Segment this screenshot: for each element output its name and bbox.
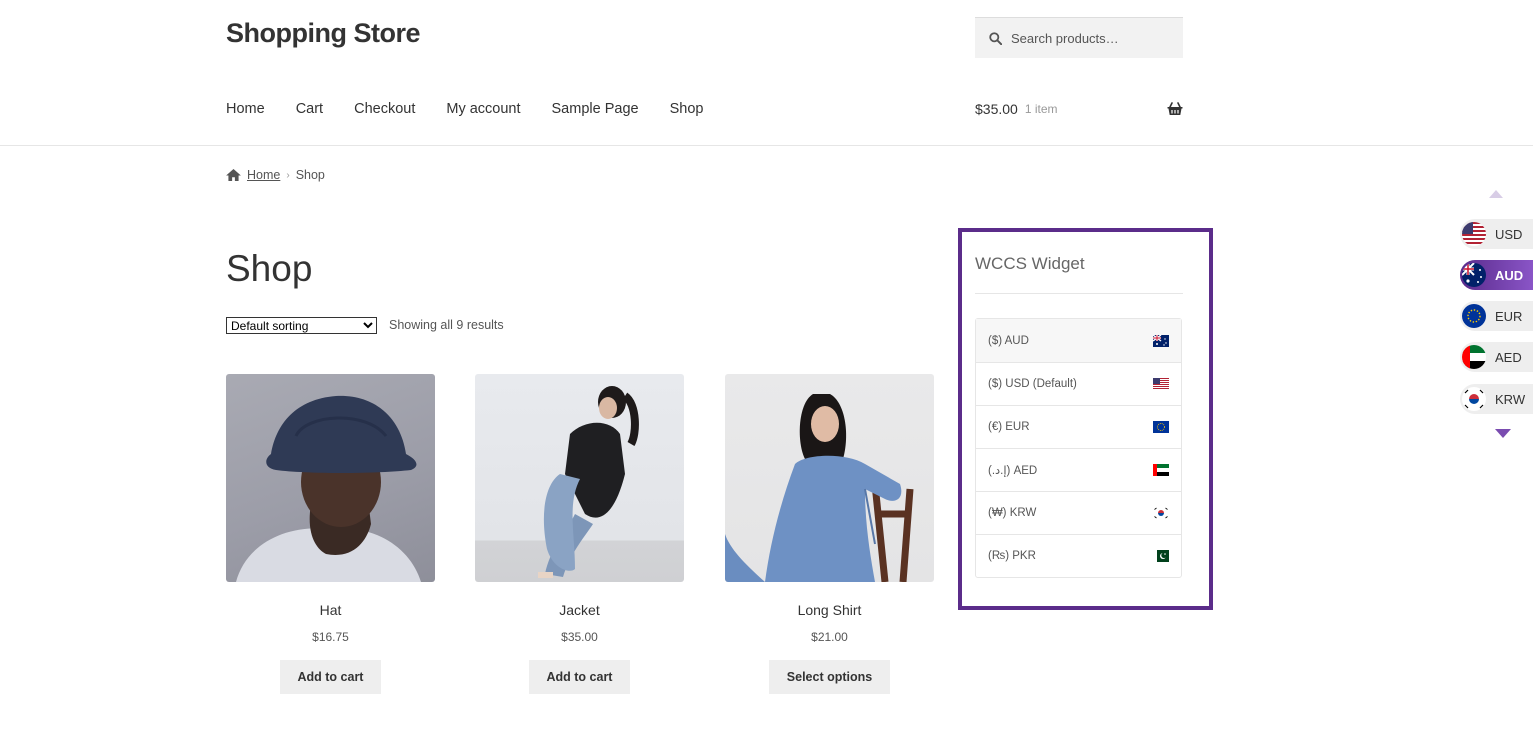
product-image-long-shirt[interactable]	[725, 374, 934, 582]
ae-flag-icon	[1153, 464, 1169, 476]
home-icon	[226, 169, 241, 181]
basket-icon[interactable]	[1167, 102, 1183, 116]
page-title: Shop	[226, 248, 313, 289]
currency-code: AED	[1013, 465, 1038, 477]
breadcrumb-home-link[interactable]: Home	[247, 168, 280, 182]
currency-code: AUD	[1004, 334, 1029, 347]
currency-option-pkr[interactable]: (₨) PKR	[976, 534, 1181, 577]
switcher-code: USD	[1495, 226, 1523, 242]
product-name[interactable]: Jacket	[475, 602, 684, 618]
breadcrumb-separator-icon: ›	[286, 169, 290, 181]
au-flag-icon	[1462, 263, 1486, 287]
product-name[interactable]: Hat	[226, 602, 435, 618]
switcher-item-krw[interactable]: KRW	[1460, 384, 1533, 414]
currency-code: EUR	[1005, 421, 1030, 433]
switcher-code: KRW	[1495, 391, 1526, 407]
currency-symbol: (€)	[988, 421, 1003, 433]
sorting-select[interactable]: Default sorting	[226, 317, 377, 334]
switcher-code: EUR	[1495, 308, 1523, 324]
eu-flag-icon	[1153, 421, 1169, 433]
eu-flag-icon	[1462, 304, 1486, 328]
long-shirt-photo-illustration	[725, 394, 914, 582]
nav-item-home[interactable]: Home	[226, 101, 265, 117]
currency-symbol: ($)	[988, 378, 1003, 390]
currency-option-aud[interactable]: ($) AUD	[976, 319, 1181, 362]
primary-nav: Home Cart Checkout My account Sample Pag…	[226, 101, 703, 117]
add-to-cart-button[interactable]: Add to cart	[528, 660, 631, 694]
ae-flag-icon	[1462, 345, 1486, 369]
currency-code: USD (Default)	[1005, 378, 1077, 390]
pk-flag-icon	[1153, 550, 1169, 562]
nav-item-checkout[interactable]: Checkout	[354, 101, 415, 117]
hat-photo-illustration	[236, 395, 421, 582]
breadcrumb-current: Shop	[295, 168, 325, 182]
currency-option-krw[interactable]: (₩) KRW	[976, 491, 1181, 534]
product-price: $35.00	[561, 630, 598, 644]
header-cart[interactable]: $35.00 1 item	[975, 101, 1183, 117]
currency-list: ($) AUD ($) USD (Default) (€) EUR (.إ.د)…	[975, 318, 1182, 578]
page: Shopping Store Home Cart Checkout My acc…	[0, 0, 1533, 734]
au-flag-icon	[1153, 334, 1169, 347]
product-card-jacket: Jacket $35.00 Add to cart	[475, 374, 684, 694]
switcher-item-aud[interactable]: AUD	[1460, 260, 1533, 290]
nav-item-my-account[interactable]: My account	[446, 101, 520, 117]
cart-amount: $35.00	[975, 101, 1018, 117]
currency-symbol: (.إ.د)	[988, 465, 1011, 477]
product-price: $21.00	[811, 630, 848, 644]
kr-flag-icon	[1153, 507, 1169, 519]
breadcrumb: Home › Shop	[226, 168, 325, 182]
select-options-button[interactable]: Select options	[768, 660, 891, 694]
search-input[interactable]	[1011, 30, 1171, 46]
cart-count: 1 item	[1024, 102, 1058, 116]
widget-divider	[975, 293, 1183, 294]
widget-title: WCCS Widget	[975, 254, 1085, 273]
add-to-cart-button[interactable]: Add to cart	[279, 660, 382, 694]
search-box[interactable]	[975, 17, 1183, 58]
site-title[interactable]: Shopping Store	[226, 18, 420, 49]
currency-option-eur[interactable]: (€) EUR	[976, 405, 1181, 448]
currency-option-usd[interactable]: ($) USD (Default)	[976, 362, 1181, 405]
header-divider	[0, 145, 1533, 146]
switcher-down-arrow-icon[interactable]	[1495, 429, 1511, 438]
currency-symbol: ($)	[988, 334, 1003, 347]
switcher-item-usd[interactable]: USD	[1460, 219, 1533, 249]
switcher-item-aed[interactable]: AED	[1460, 342, 1533, 372]
currency-symbol: (₩)	[988, 507, 1007, 519]
nav-item-cart[interactable]: Cart	[296, 101, 323, 117]
switcher-up-arrow-icon[interactable]	[1489, 190, 1503, 198]
product-card-hat: Hat $16.75 Add to cart	[226, 374, 435, 694]
product-image-jacket[interactable]	[475, 374, 684, 582]
nav-item-shop[interactable]: Shop	[670, 101, 704, 117]
us-flag-icon	[1153, 378, 1169, 390]
kr-flag-icon	[1462, 387, 1486, 411]
currency-option-aed[interactable]: (.إ.د) AED	[976, 448, 1181, 491]
nav-item-sample-page[interactable]: Sample Page	[552, 101, 639, 117]
wccs-widget: WCCS Widget ($) AUD ($) USD (Default) (€…	[958, 228, 1213, 610]
results-count: Showing all 9 results	[389, 318, 504, 332]
us-flag-icon	[1462, 222, 1486, 246]
search-icon	[989, 31, 1002, 45]
switcher-item-eur[interactable]: EUR	[1460, 301, 1533, 331]
product-image-hat[interactable]	[226, 374, 435, 582]
switcher-code: AUD	[1495, 267, 1524, 283]
product-price: $16.75	[312, 630, 349, 644]
switcher-code: AED	[1495, 349, 1522, 365]
currency-code: PKR	[1012, 550, 1036, 562]
product-name[interactable]: Long Shirt	[725, 602, 934, 618]
product-card-long-shirt: Long Shirt $21.00 Select options	[725, 374, 934, 694]
currency-code: KRW	[1009, 507, 1037, 519]
jacket-photo-illustration	[538, 386, 639, 578]
currency-symbol: (₨)	[988, 550, 1010, 562]
